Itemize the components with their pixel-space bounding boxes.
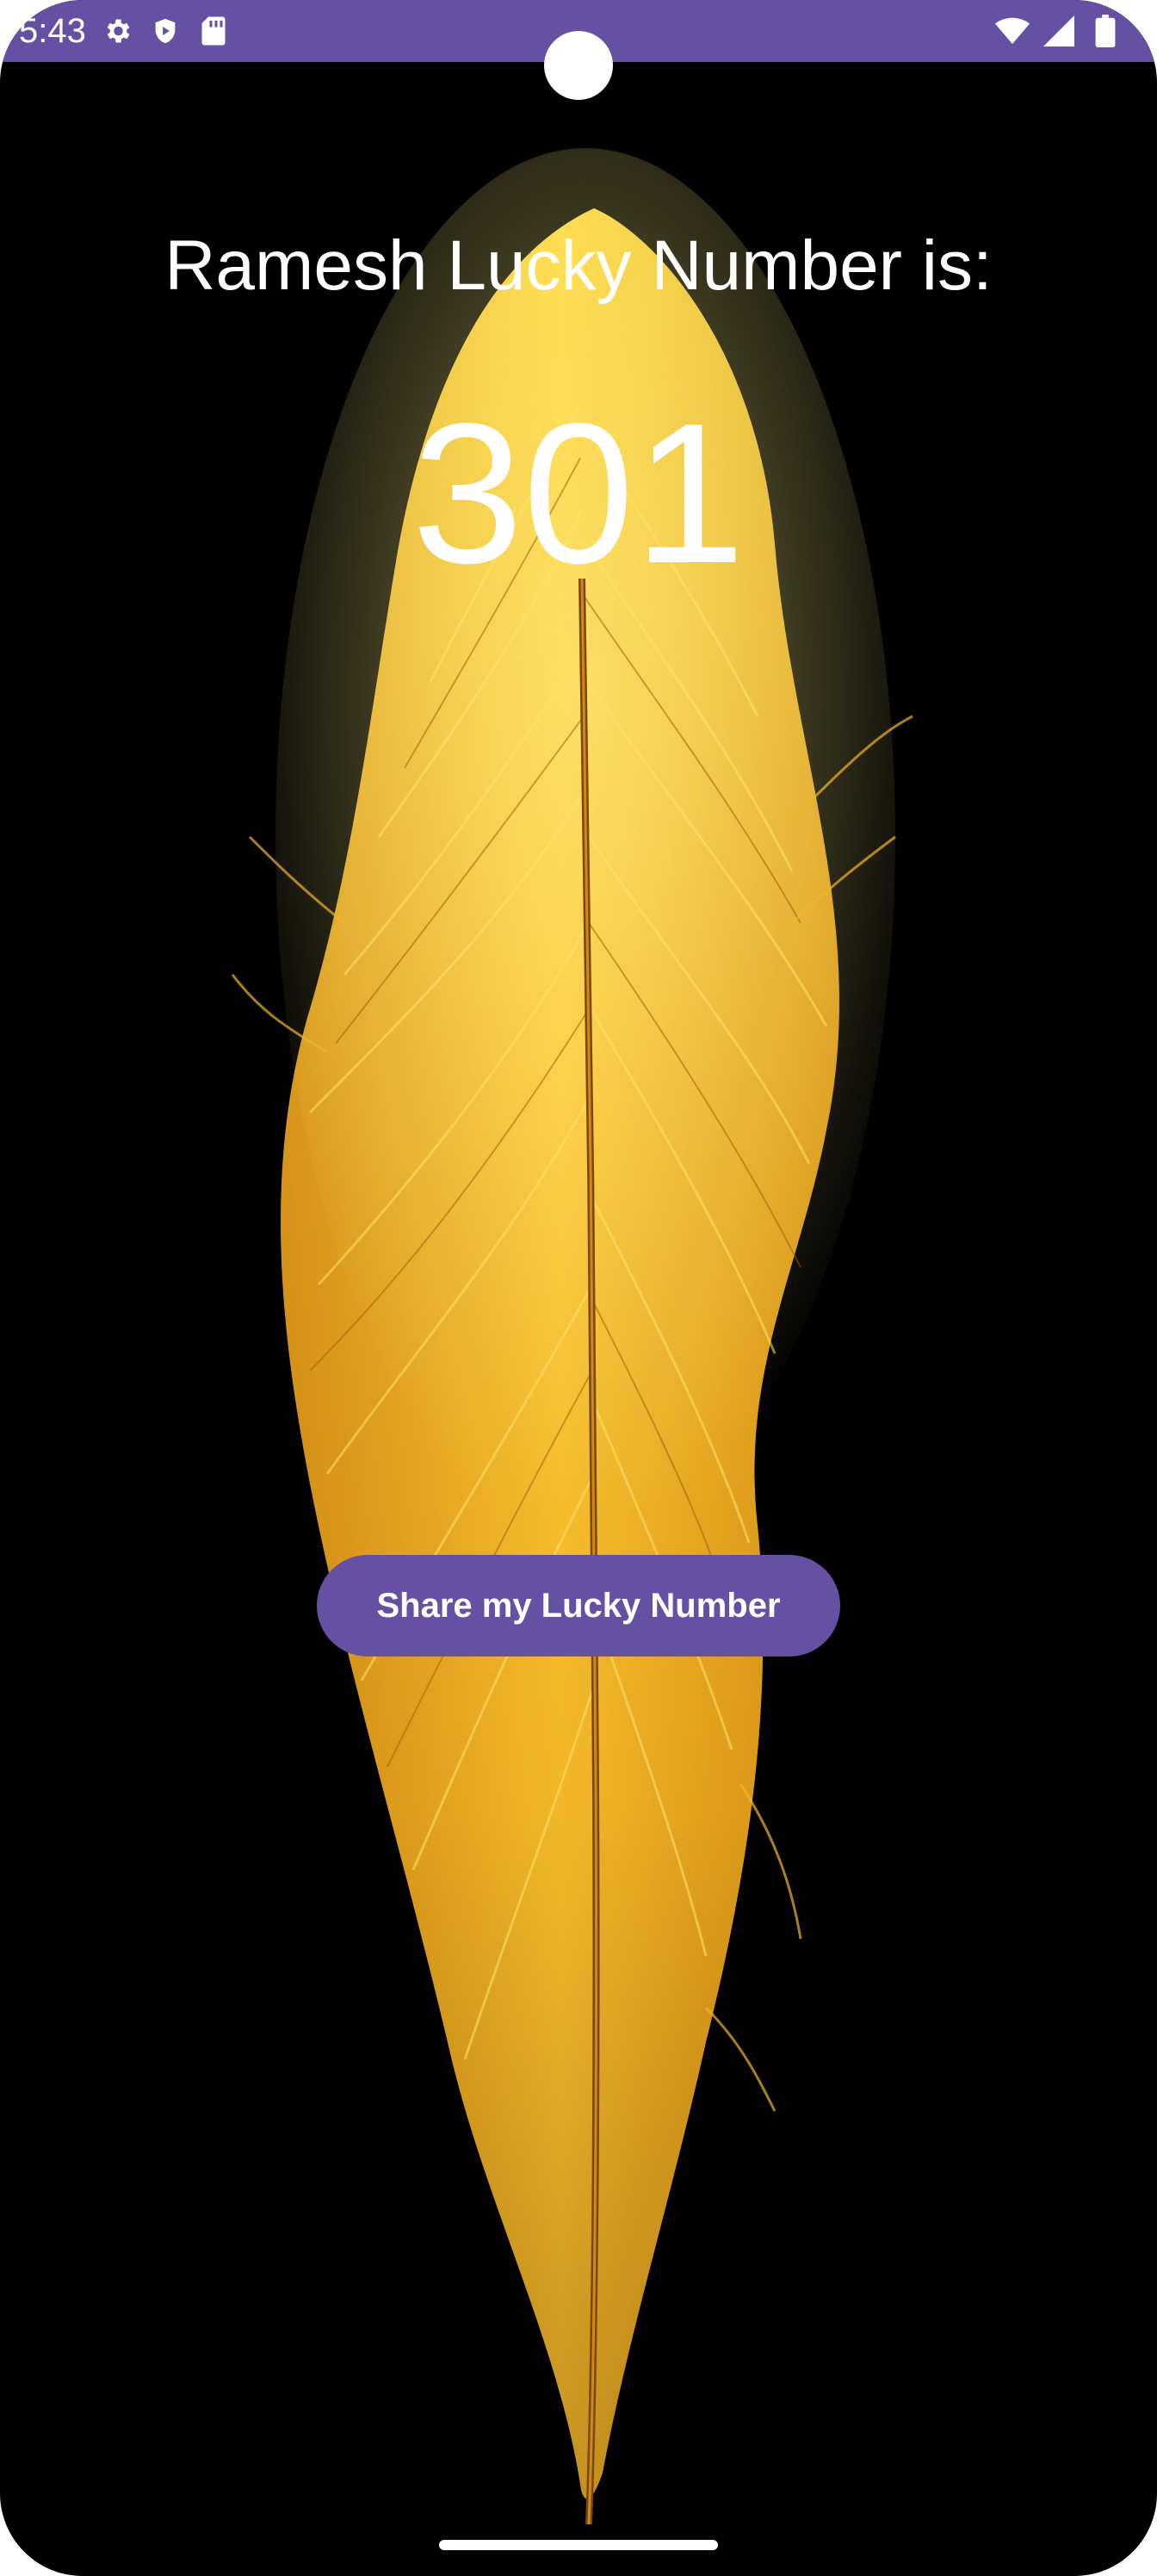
sd-card-icon (196, 14, 231, 48)
lucky-number-title: Ramesh Lucky Number is: (164, 226, 993, 305)
share-lucky-number-button[interactable]: Share my Lucky Number (317, 1555, 840, 1656)
device-frame: 5:43 Ramesh Lucky Number is: 301 Share m… (0, 0, 1157, 2576)
shield-play-icon (148, 14, 183, 48)
status-time: 5:43 (19, 11, 86, 50)
battery-icon (1088, 14, 1123, 48)
wifi-icon (995, 14, 1030, 48)
signal-icon (1042, 14, 1076, 48)
app-screen: 5:43 Ramesh Lucky Number is: 301 Share m… (0, 0, 1157, 2576)
home-indicator[interactable] (439, 2540, 718, 2550)
camera-cutout (544, 31, 613, 100)
status-bar-right (995, 9, 1123, 53)
status-bar-left: 5:43 (19, 7, 231, 55)
lucky-number-value: 301 (411, 382, 746, 605)
gear-icon (100, 14, 134, 48)
